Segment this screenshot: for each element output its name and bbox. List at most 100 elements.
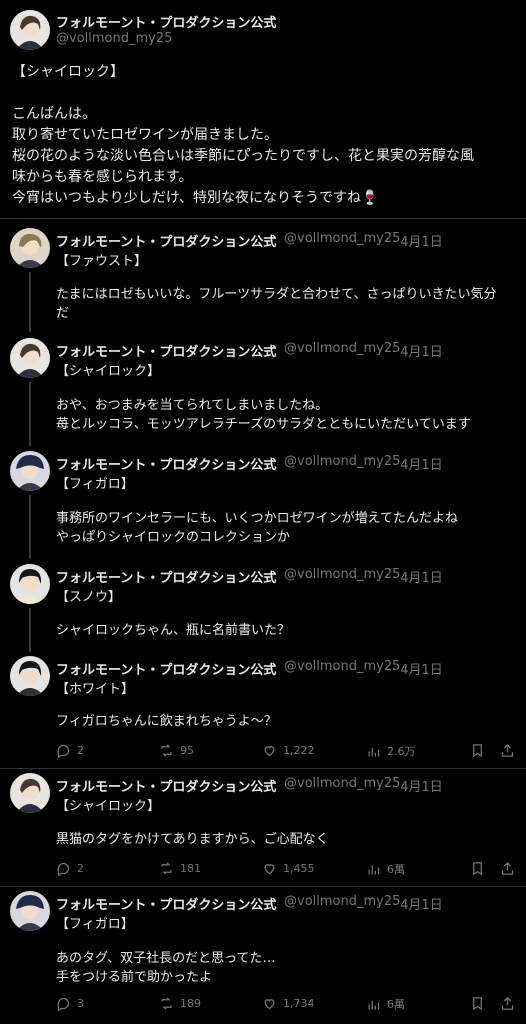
- retweet-count: 95: [180, 744, 194, 757]
- views-count: 6萬: [387, 998, 405, 1011]
- divider: [0, 886, 526, 887]
- character-tag: 【ホワイト】: [56, 682, 135, 697]
- tweet-text: おや、おつまみを当てられてしまいましたね。 苺とルッコラ、モッツアレラチーズのサ…: [56, 398, 471, 432]
- author-handle[interactable]: @vollmond_my25: [284, 454, 400, 469]
- reply-icon: [57, 862, 70, 876]
- thread-line: [29, 382, 31, 446]
- bookmark-icon: [473, 862, 482, 876]
- tweet-date[interactable]: · 4月1日: [392, 776, 443, 795]
- like-button[interactable]: 1,455: [262, 861, 315, 876]
- character-tag: 【フィガロ】: [56, 917, 134, 932]
- avatar[interactable]: [10, 656, 50, 696]
- reply-icon: [57, 744, 70, 758]
- character-tag: 【シャイロック】: [56, 799, 161, 814]
- heart-icon: [264, 999, 275, 1010]
- bookmark-icon: [473, 744, 482, 758]
- author-name[interactable]: フォルモーント・プロダクション公式: [56, 12, 276, 31]
- author-handle[interactable]: @vollmond_my25: [284, 341, 400, 356]
- retweet-count: 189: [180, 997, 201, 1010]
- character-tag: 【シャイロック】: [56, 364, 161, 379]
- bookmark-button[interactable]: [470, 861, 485, 876]
- views-icon: [368, 865, 380, 874]
- share-icon: [501, 861, 514, 875]
- tweet-text: フィガロちゃんに飲まれちゃうよ～？: [56, 714, 277, 729]
- tweet-text: 事務所のワインセラーにも、いくつかロゼワインが増えてたんだよね やっぱりシャイロ…: [56, 511, 458, 545]
- thread-line: [29, 495, 31, 559]
- tweet-date[interactable]: · 4月1日: [392, 454, 443, 473]
- views-icon: [368, 747, 380, 756]
- author-name[interactable]: フォルモーント・プロダクション公式: [56, 341, 276, 360]
- author-handle[interactable]: @vollmond_my25: [284, 776, 400, 791]
- like-button[interactable]: 1,222: [262, 743, 315, 758]
- retweet-count: 181: [180, 862, 201, 875]
- retweet-button[interactable]: 95: [159, 743, 194, 758]
- retweet-button[interactable]: 189: [159, 996, 201, 1011]
- tweet-text: シャイロックちゃん、瓶に名前書いた？: [56, 623, 291, 638]
- avatar[interactable]: [10, 773, 50, 813]
- bookmark-button[interactable]: [470, 743, 485, 758]
- divider: [0, 768, 526, 769]
- author-handle[interactable]: @vollmond_my25: [56, 31, 172, 46]
- reply-count: 3: [77, 997, 84, 1010]
- like-count: 1,734: [283, 997, 315, 1010]
- views-button[interactable]: 2.6万: [366, 743, 416, 759]
- tweet-text: あのタグ、双子社長のだと思ってた… 手をつける前で助かったよ: [56, 951, 276, 985]
- share-icon: [501, 996, 514, 1010]
- reply-icon: [57, 997, 70, 1011]
- share-icon: [501, 743, 514, 757]
- like-count: 1,455: [283, 862, 315, 875]
- avatar[interactable]: [10, 564, 50, 604]
- character-tag: 【フィガロ】: [56, 477, 134, 492]
- author-handle[interactable]: @vollmond_my25: [284, 894, 400, 909]
- character-tag: 【ファウスト】: [56, 254, 148, 269]
- tweet-actions: 3 189 1,734 6萬: [56, 996, 514, 1016]
- share-button[interactable]: [500, 861, 515, 876]
- share-button[interactable]: [500, 743, 515, 758]
- views-count: 6萬: [387, 863, 405, 876]
- avatar[interactable]: [10, 338, 50, 378]
- retweet-icon: [161, 744, 172, 757]
- reply-count: 2: [77, 744, 84, 757]
- reply-button[interactable]: 3: [56, 996, 84, 1011]
- thread-line: [29, 608, 31, 652]
- tweet-actions: 2 95 1,222 2.6万: [56, 743, 514, 763]
- retweet-icon: [161, 997, 172, 1010]
- tweet-text: 黒猫のタグをかけてありますから、ご心配なく: [56, 832, 329, 847]
- like-button[interactable]: 1,734: [262, 996, 315, 1011]
- author-name[interactable]: フォルモーント・プロダクション公式: [56, 659, 276, 678]
- avatar[interactable]: [10, 228, 50, 268]
- avatar[interactable]: [10, 891, 50, 931]
- author-handle[interactable]: @vollmond_my25: [284, 231, 400, 246]
- reply-count: 2: [77, 862, 84, 875]
- author-name[interactable]: フォルモーント・プロダクション公式: [56, 567, 276, 586]
- author-name[interactable]: フォルモーント・プロダクション公式: [56, 231, 276, 250]
- tweet-actions: 2 181 1,455 6萬: [56, 861, 514, 881]
- author-name[interactable]: フォルモーント・プロダクション公式: [56, 894, 276, 913]
- views-button[interactable]: 6萬: [366, 861, 405, 877]
- share-button[interactable]: [500, 996, 515, 1011]
- retweet-icon: [161, 862, 172, 875]
- like-count: 1,222: [283, 744, 315, 757]
- tweet-date[interactable]: · 4月1日: [392, 894, 443, 913]
- author-handle[interactable]: @vollmond_my25: [284, 567, 400, 582]
- divider: [0, 218, 526, 219]
- character-tag: 【スノウ】: [56, 590, 122, 605]
- avatar[interactable]: [10, 10, 50, 50]
- author-name[interactable]: フォルモーント・プロダクション公式: [56, 454, 276, 473]
- tweet-text: 【シャイロック】 こんばんは。 取り寄せていたロゼワインが届きました。 桜の花の…: [12, 64, 474, 206]
- views-button[interactable]: 6萬: [366, 996, 405, 1012]
- thread-line: [29, 272, 31, 332]
- tweet-date[interactable]: · 4月1日: [392, 231, 443, 250]
- tweet-date[interactable]: · 4月1日: [392, 341, 443, 360]
- reply-button[interactable]: 2: [56, 743, 84, 758]
- views-count: 2.6万: [387, 745, 416, 758]
- retweet-button[interactable]: 181: [159, 861, 201, 876]
- avatar[interactable]: [10, 451, 50, 491]
- tweet-date[interactable]: · 4月1日: [392, 567, 443, 586]
- reply-button[interactable]: 2: [56, 861, 84, 876]
- author-handle[interactable]: @vollmond_my25: [284, 659, 400, 674]
- bookmark-icon: [473, 997, 482, 1011]
- bookmark-button[interactable]: [470, 996, 485, 1011]
- author-name[interactable]: フォルモーント・プロダクション公式: [56, 776, 276, 795]
- tweet-date[interactable]: · 4月1日: [392, 659, 443, 678]
